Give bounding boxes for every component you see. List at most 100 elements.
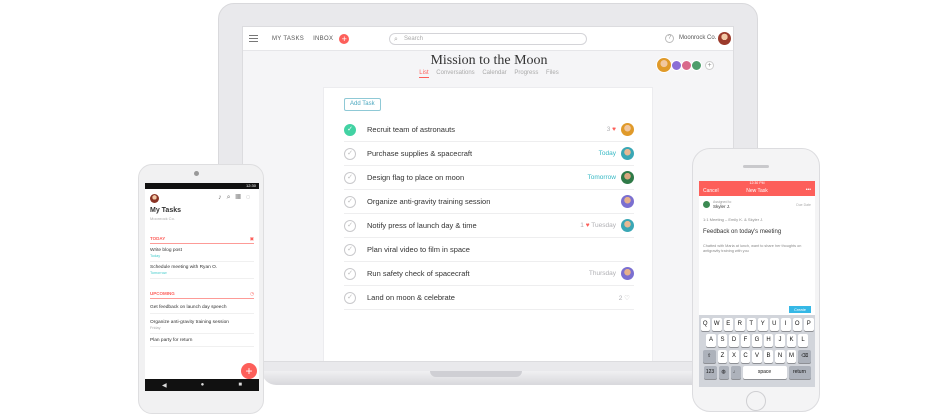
home-button[interactable] <box>746 391 766 411</box>
tab-files[interactable]: Files <box>546 70 559 76</box>
task-name[interactable]: Plan viral video to film in space <box>367 245 470 254</box>
key[interactable]: T <box>746 318 756 331</box>
key[interactable]: Y <box>758 318 768 331</box>
list-item[interactable]: Schedule meeting with Ryan O. Tomorrow <box>150 265 254 279</box>
due-date[interactable]: Tomorrow <box>587 174 616 181</box>
check-icon[interactable]: ✓ <box>344 219 356 232</box>
add-member-button[interactable]: + <box>705 60 714 70</box>
search-input[interactable]: ⌕ Search <box>389 33 587 45</box>
key[interactable]: V <box>752 350 762 363</box>
list-item[interactable]: Organize anti-gravity training session Fr… <box>150 320 254 334</box>
user-avatar[interactable] <box>150 194 159 203</box>
key[interactable]: C <box>740 350 751 363</box>
key[interactable]: Z <box>717 350 728 363</box>
section-upcoming[interactable]: UPCOMING ◷ <box>150 291 254 299</box>
back-icon[interactable]: ◀ <box>162 382 167 389</box>
help-button[interactable]: ? <box>665 34 674 43</box>
bell-icon[interactable]: ♪ <box>218 194 227 201</box>
key[interactable]: N <box>775 350 785 363</box>
list-item[interactable]: Get feedback on launch day speech <box>150 305 254 314</box>
menu-icon[interactable] <box>249 35 258 42</box>
due-date[interactable]: Today <box>599 150 616 157</box>
task-name[interactable]: Notify press of launch day & time <box>367 221 477 230</box>
due-date-field[interactable]: Due Date <box>796 203 811 207</box>
list-item[interactable]: Plan party for return <box>150 338 254 347</box>
key[interactable]: G <box>752 334 762 347</box>
user-avatar[interactable] <box>718 32 731 45</box>
key[interactable]: H <box>763 334 774 347</box>
task-name-input[interactable]: Feedback on today's meeting <box>703 229 781 235</box>
task-name[interactable]: Run safety check of spacecraft <box>367 269 470 278</box>
assignee-avatar[interactable] <box>621 147 634 160</box>
list-item[interactable]: Write blog post Today <box>150 248 254 262</box>
shift-key-icon[interactable]: ⇧ <box>702 350 716 363</box>
space-key[interactable]: space <box>742 366 787 379</box>
assignee-avatar[interactable] <box>621 171 634 184</box>
add-task-button[interactable]: + <box>241 363 257 379</box>
more-icon[interactable]: ••• <box>806 187 811 193</box>
task-name[interactable]: Recruit team of astronauts <box>367 125 455 134</box>
key[interactable]: D <box>729 334 739 347</box>
task-row[interactable]: ✓ Design flag to place on moon Tomorrow <box>344 166 634 190</box>
workspace-name[interactable]: Moonrock Co. <box>679 35 716 41</box>
home-icon[interactable]: ● <box>201 382 205 388</box>
tab-list[interactable]: List <box>419 70 429 78</box>
numbers-key[interactable]: 123 <box>703 366 717 379</box>
key[interactable]: Q <box>700 318 710 331</box>
task-likes[interactable]: 2 ♡ <box>619 294 630 302</box>
task-row[interactable]: ✓ Land on moon & celebrate 2 ♡ <box>344 286 634 310</box>
search-icon[interactable]: ⌕ <box>227 194 236 201</box>
key[interactable]: F <box>740 334 751 347</box>
tab-progress[interactable]: Progress <box>514 70 538 76</box>
chat-icon[interactable]: ◌ <box>246 194 255 201</box>
recents-icon[interactable]: ■ <box>238 382 242 388</box>
assignee-avatar[interactable] <box>621 267 634 280</box>
check-icon[interactable]: ✓ <box>344 267 356 280</box>
task-name[interactable]: Land on moon & celebrate <box>367 293 455 302</box>
task-name[interactable]: Purchase supplies & spacecraft <box>367 149 472 158</box>
create-button[interactable]: Create <box>789 306 811 313</box>
key[interactable]: U <box>769 318 779 331</box>
key[interactable]: R <box>735 318 745 331</box>
description-input[interactable]: Chatted with Maria at lunch, want to sha… <box>703 244 811 254</box>
tab-calendar[interactable]: Calendar <box>482 70 506 76</box>
check-icon[interactable]: ✓ <box>344 147 356 160</box>
key[interactable]: X <box>729 350 739 363</box>
assignee-avatar[interactable] <box>621 219 634 232</box>
tab-inbox[interactable]: INBOX <box>313 36 333 42</box>
add-task-button[interactable]: Add Task <box>344 98 381 111</box>
task-likes-and-due[interactable]: 1 ♥ Tuesday <box>580 222 616 229</box>
member-avatar[interactable] <box>691 59 702 71</box>
section-today[interactable]: TODAY ▣ <box>150 236 254 244</box>
check-icon[interactable]: ✓ <box>344 291 356 304</box>
key[interactable]: L <box>798 334 808 347</box>
key[interactable]: S <box>717 334 728 347</box>
task-row[interactable]: ✓ Purchase supplies & spacecraft Today <box>344 142 634 166</box>
task-row[interactable]: ✓ Run safety check of spacecraft Thursda… <box>344 262 634 286</box>
key[interactable]: M <box>786 350 797 363</box>
key[interactable]: J <box>775 334 785 347</box>
key[interactable]: W <box>712 318 722 331</box>
assignee-field[interactable]: Assigned to Skyler J. <box>713 200 731 209</box>
task-row[interactable]: ✓ Organize anti-gravity training session <box>344 190 634 214</box>
task-row[interactable]: ✓ Recruit team of astronauts 3 ♥ <box>344 118 634 142</box>
quick-add-button[interactable]: + <box>339 33 350 44</box>
task-likes[interactable]: 3 ♥ <box>607 126 616 133</box>
tab-my-tasks[interactable]: MY TASKS <box>272 36 304 42</box>
task-name[interactable]: Design flag to place on moon <box>367 173 464 182</box>
project-field[interactable]: 1:1 Meeting – Emily K. & Skyler J. <box>703 217 763 222</box>
task-row[interactable]: ✓ Notify press of launch day & time 1 ♥ … <box>344 214 634 238</box>
key[interactable]: E <box>723 318 733 331</box>
due-date[interactable]: Thursday <box>589 270 616 277</box>
member-avatar[interactable] <box>656 57 672 73</box>
key[interactable]: I <box>781 318 791 331</box>
globe-key-icon[interactable]: ◍ <box>718 366 729 379</box>
assignee-avatar[interactable] <box>703 201 710 208</box>
calendar-icon[interactable]: ▦ <box>236 194 246 201</box>
key[interactable]: P <box>804 318 814 331</box>
check-icon[interactable]: ✓ <box>344 243 356 256</box>
check-icon[interactable]: ✓ <box>344 195 356 208</box>
check-icon[interactable]: ✓ <box>344 171 356 184</box>
key[interactable]: A <box>706 334 716 347</box>
key[interactable]: B <box>763 350 774 363</box>
